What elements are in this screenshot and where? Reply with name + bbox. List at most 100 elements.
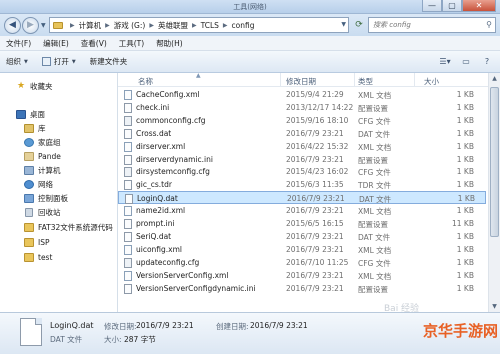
search-input[interactable]	[373, 18, 483, 32]
xml-file-icon	[124, 244, 132, 255]
file-row[interactable]: gic_cs.tdr 2015/6/3 11:35 TDR 文件 1 KB	[118, 178, 486, 191]
forward-arrow-icon: ▶	[27, 20, 34, 30]
file-size: 1 KB	[456, 115, 474, 125]
menu-help[interactable]: 帮助(H)	[156, 38, 183, 49]
column-divider[interactable]	[280, 73, 281, 87]
file-row[interactable]: dirserver.xml 2016/4/22 15:32 XML 文档 1 KB	[118, 140, 486, 153]
file-list: 名称 ▲ 修改日期 类型 大小 CacheConfig.xml 2015/9/4 …	[118, 72, 500, 312]
file-row[interactable]: CacheConfig.xml 2015/9/4 21:29 XML 文档 1 KB	[118, 88, 486, 101]
search-box[interactable]: ⚲	[368, 17, 496, 33]
ini-file-icon	[124, 219, 132, 229]
open-label: 打开	[53, 57, 69, 66]
file-row[interactable]: updateconfig.cfg 2016/7/10 11:25 CFG 文件 1 K…	[118, 256, 486, 269]
file-row[interactable]: SeriQ.dat 2016/7/9 23:21 DAT 文件 1 KB	[118, 230, 486, 243]
chevron-right-icon[interactable]: ▶	[149, 22, 154, 29]
file-row[interactable]: check.ini 2013/12/17 14:22 配置设置 1 KB	[118, 101, 486, 114]
file-name: Cross.dat	[124, 128, 171, 139]
chevron-right-icon[interactable]: ▶	[70, 22, 75, 29]
ini-file-icon	[124, 154, 132, 165]
file-row[interactable]: uiconfig.xml 2016/7/9 23:21 XML 文档 1 KB	[118, 243, 486, 256]
scroll-down-icon[interactable]: ▼	[489, 301, 500, 312]
column-header-date[interactable]: 修改日期	[286, 76, 316, 87]
file-name: VersionServerConfig.xml	[124, 270, 228, 281]
column-header-size[interactable]: 大小	[424, 76, 439, 87]
menu-view[interactable]: 查看(V)	[81, 38, 107, 49]
file-name-text: LoginQ.dat	[137, 194, 178, 204]
recent-pages-dropdown-icon[interactable]: ▼	[41, 22, 46, 29]
address-dropdown-icon[interactable]: ▼	[341, 21, 346, 28]
file-type: DAT 文件	[358, 232, 391, 242]
breadcrumb-game[interactable]: 英雄联盟	[158, 20, 188, 31]
file-row[interactable]: prompt.ini 2015/6/5 16:15 配置设置 11 KB	[118, 217, 486, 230]
column-header-name[interactable]: 名称	[138, 76, 153, 87]
forward-button[interactable]: ▶	[22, 17, 39, 34]
file-name-text: updateconfig.cfg	[136, 257, 200, 267]
menu-edit[interactable]: 编辑(E)	[43, 38, 69, 49]
close-button[interactable]: ✕	[462, 0, 496, 12]
minimize-button[interactable]: —	[422, 0, 442, 12]
help-icon[interactable]: ?	[478, 55, 496, 69]
file-type: 配置设置	[358, 103, 388, 113]
preview-pane-icon[interactable]: ▭	[457, 55, 475, 69]
organize-button[interactable]: 组织 ▼	[6, 56, 28, 67]
file-row[interactable]: commonconfig.cfg 2015/9/16 18:10 CFG 文件 1 K…	[118, 114, 486, 127]
column-divider[interactable]	[354, 73, 355, 87]
view-options-icon[interactable]: ☰▾	[436, 55, 454, 69]
address-bar[interactable]: ▶ 计算机 ▶ 游戏 (G:) ▶ 英雄联盟 ▶ TCLS ▶ config ▼	[49, 17, 349, 33]
vertical-scrollbar[interactable]: ▲ ▼	[488, 73, 500, 312]
file-type: CFG 文件	[358, 258, 391, 268]
file-modified-date: 2016/7/9 23:21	[286, 231, 344, 241]
search-icon[interactable]: ⚲	[486, 20, 492, 29]
back-button[interactable]: ◀	[4, 17, 21, 34]
file-modified-date: 2015/4/23 16:02	[286, 167, 349, 177]
file-row[interactable]: VersionServerConfig.xml 2016/7/9 23:21 XML…	[118, 269, 486, 282]
file-row[interactable]: name2id.xml 2016/7/9 23:21 XML 文档 1 KB	[118, 204, 486, 217]
file-row[interactable]: Cross.dat 2016/7/9 23:21 DAT 文件 1 KB	[118, 127, 486, 140]
nav-desktop[interactable]: 桌面	[16, 108, 133, 121]
xml-file-icon	[124, 206, 132, 217]
column-header-type[interactable]: 类型	[358, 76, 373, 87]
nav-computer-label: 计算机	[38, 166, 61, 175]
maximize-button[interactable]: ▢	[442, 0, 462, 12]
user-folder-icon	[24, 152, 34, 161]
file-name: dirserver.xml	[124, 141, 186, 152]
file-name-text: dirserver.xml	[136, 141, 186, 151]
site-watermark: 京华手游网	[422, 322, 498, 340]
scrollbar-thumb[interactable]	[490, 87, 499, 237]
open-button[interactable]: 打开 ▼	[41, 56, 76, 67]
file-type: XML 文档	[358, 91, 392, 100]
file-name-text: VersionServerConfigdynamic.ini	[136, 283, 256, 293]
file-name: name2id.xml	[124, 206, 185, 217]
menu-tools[interactable]: 工具(T)	[119, 38, 144, 49]
column-divider[interactable]	[414, 73, 415, 87]
file-row[interactable]: dirserverdynamic.ini 2016/7/9 23:21 配置设置 1 …	[118, 153, 486, 166]
file-size: 1 KB	[456, 206, 474, 216]
back-arrow-icon: ◀	[9, 20, 16, 30]
file-size: 1 KB	[456, 154, 474, 164]
file-row[interactable]: dirsystemconfig.cfg 2015/4/23 16:02 CFG 文件…	[118, 165, 486, 178]
breadcrumb-drive[interactable]: 游戏 (G:)	[114, 20, 146, 31]
breadcrumb-config[interactable]: config	[232, 21, 255, 30]
breadcrumb-computer[interactable]: 计算机	[79, 20, 102, 31]
file-row[interactable]: VersionServerConfigdynamic.ini 2016/7/9 2…	[118, 282, 486, 295]
new-folder-button[interactable]: 新建文件夹	[90, 56, 128, 67]
file-size: 1 KB	[456, 244, 474, 254]
file-modified-date: 2016/7/9 23:21	[286, 270, 344, 280]
details-size-label: 大小:	[104, 335, 122, 344]
dat-file-icon	[124, 128, 132, 139]
file-type: DAT 文件	[358, 129, 391, 139]
menu-file[interactable]: 文件(F)	[6, 38, 31, 49]
file-type: CFG 文件	[358, 168, 391, 178]
nav-favorites[interactable]: ★ 收藏夹	[16, 80, 133, 93]
breadcrumb-tcls[interactable]: TCLS	[201, 21, 219, 30]
new-folder-label: 新建文件夹	[89, 57, 128, 66]
xml-file-icon	[124, 90, 132, 100]
refresh-icon[interactable]: ⟳	[352, 17, 366, 33]
file-row[interactable]: LoginQ.dat 2016/7/9 23:21 DAT 文件 1 KB	[118, 191, 486, 205]
scroll-up-icon[interactable]: ▲	[489, 73, 500, 84]
nav-folder-label: ISP	[38, 238, 50, 247]
chevron-right-icon[interactable]: ▶	[223, 22, 228, 29]
folder-icon	[24, 238, 34, 247]
chevron-right-icon[interactable]: ▶	[192, 22, 197, 29]
chevron-right-icon[interactable]: ▶	[105, 22, 110, 29]
